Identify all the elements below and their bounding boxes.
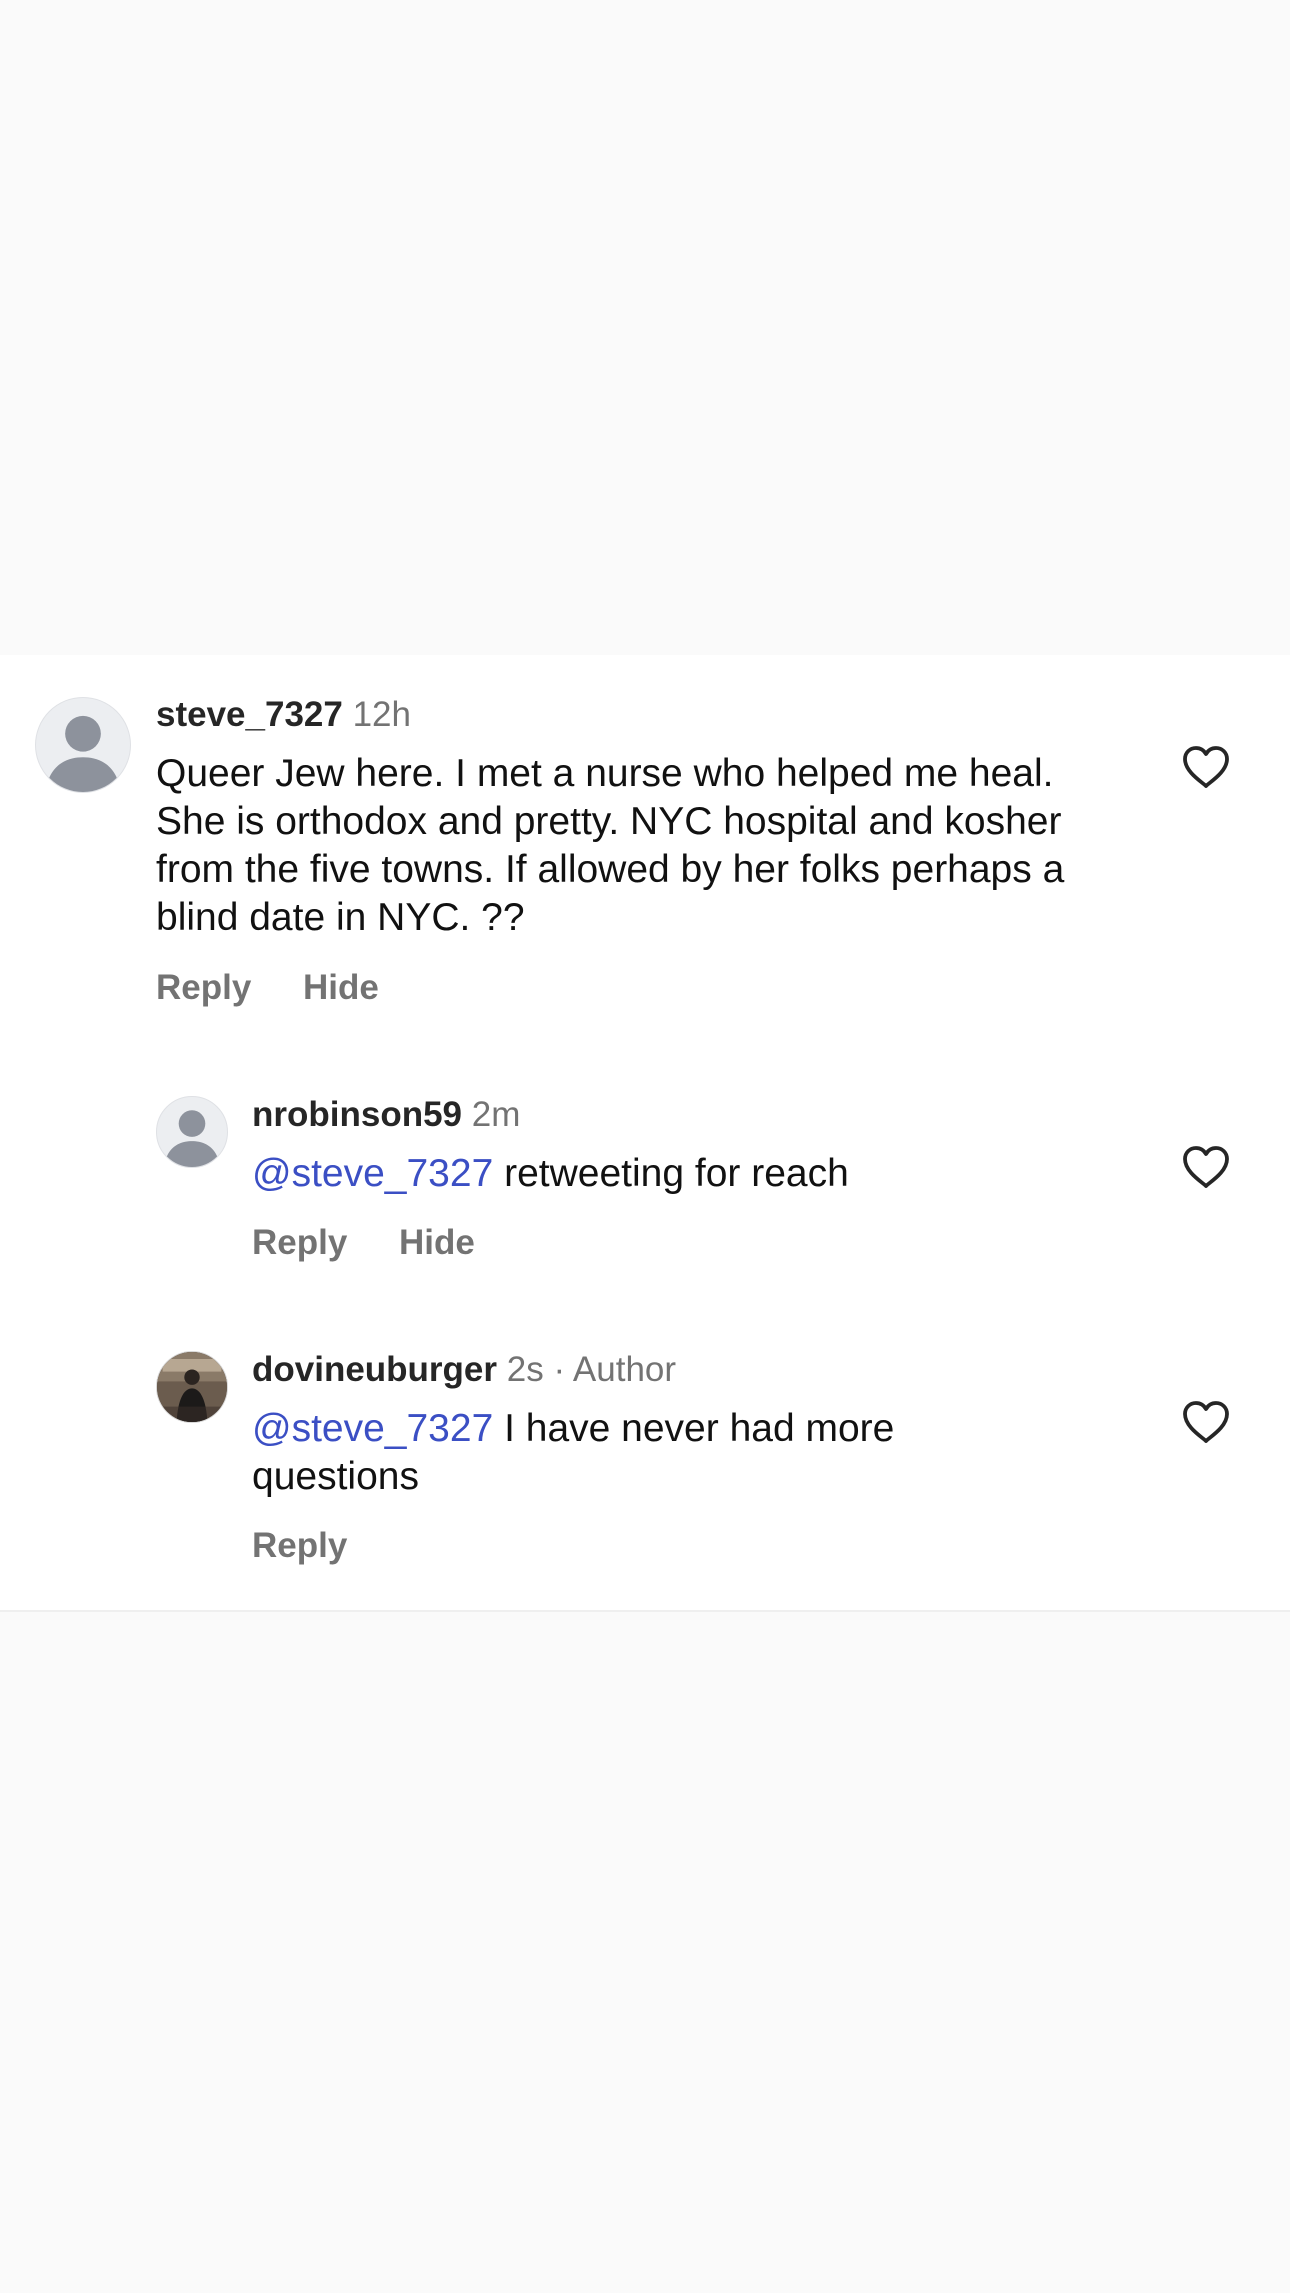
avatar[interactable] [156, 1351, 228, 1423]
username[interactable]: dovineuburger [252, 1350, 497, 1389]
comment-header: steve_7327 12h [156, 697, 411, 732]
divider [0, 1610, 1290, 1612]
comment-text: @steve_7327 retweeting for reach [252, 1150, 1132, 1198]
mention-link[interactable]: @steve_7327 [252, 1152, 493, 1195]
hide-button[interactable]: Hide [303, 970, 379, 1005]
avatar[interactable] [35, 697, 131, 793]
empty-area [0, 0, 1290, 655]
comment-text-line: I have never had more [493, 1407, 895, 1450]
username[interactable]: nrobinson59 [252, 1095, 462, 1134]
like-button[interactable] [1181, 1400, 1231, 1444]
default-avatar-icon [45, 715, 121, 792]
comments-screen: steve_7327 12h Queer Jew here. I met a n… [0, 0, 1290, 2293]
comment-header: nrobinson59 2m [252, 1097, 520, 1132]
comment-text: Queer Jew here. I met a nurse who helped… [156, 752, 1065, 939]
username[interactable]: steve_7327 [156, 695, 343, 734]
avatar[interactable] [156, 1096, 228, 1168]
reply-button[interactable]: Reply [252, 1528, 347, 1563]
like-button[interactable] [1181, 745, 1231, 789]
default-avatar-icon [164, 1110, 220, 1167]
reply-button[interactable]: Reply [252, 1225, 347, 1260]
photo-avatar-icon [157, 1352, 227, 1422]
timestamp: 2m [471, 1095, 521, 1134]
hide-button[interactable]: Hide [399, 1225, 475, 1260]
comment-thread: steve_7327 12h Queer Jew here. I met a n… [0, 655, 1290, 1610]
heart-outline-icon [1183, 1401, 1229, 1443]
heart-outline-icon [1183, 1146, 1229, 1188]
comment-text-body: retweeting for reach [493, 1152, 849, 1195]
timestamp: 12h [352, 695, 411, 734]
like-button[interactable] [1181, 1145, 1231, 1189]
comment-text: @steve_7327 I have never had more questi… [252, 1405, 1132, 1501]
heart-outline-icon [1183, 746, 1229, 788]
comment-header: dovineuburger 2s · Author [252, 1352, 676, 1387]
timestamp: 2s · Author [506, 1350, 677, 1389]
comment-text-line: questions [252, 1455, 419, 1498]
mention-link[interactable]: @steve_7327 [252, 1407, 493, 1450]
reply-button[interactable]: Reply [156, 970, 251, 1005]
